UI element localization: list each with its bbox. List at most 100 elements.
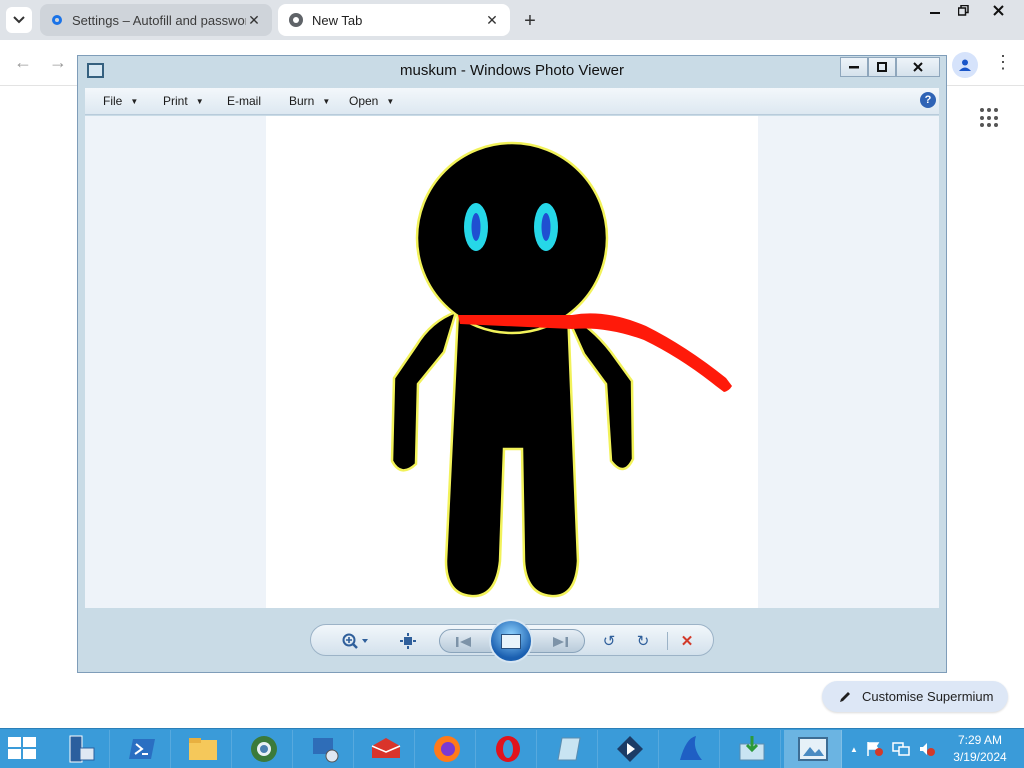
delete-button[interactable]: ✕ [675,630,699,652]
folder-icon [188,738,217,760]
help-icon[interactable]: ? [920,92,936,108]
powershell-icon [128,739,155,759]
browser-restore-button[interactable] [950,0,976,20]
tab-settings[interactable]: Settings – Autofill and passwords ✕ [40,4,272,36]
menu-file[interactable]: File ▼ [103,94,138,108]
maximize-button[interactable] [868,57,896,77]
network-icon[interactable] [892,741,910,757]
next-icon [553,637,568,647]
taskbar-server-manager[interactable] [52,730,110,768]
customise-supermium-button[interactable]: Customise Supermium [822,681,1008,712]
minimize-icon [930,12,940,14]
minimize-icon [849,66,859,69]
media-play-icon [616,736,643,762]
displayed-image [266,116,758,608]
slideshow-button[interactable] [489,619,533,663]
browser-close-button[interactable] [978,0,1018,20]
photo-viewer-icon [797,737,828,761]
tab-new-tab[interactable]: New Tab ✕ [278,4,510,36]
taskbar-opera[interactable] [479,730,537,768]
stick-figure-drawing [390,141,732,598]
taskbar-toolbox[interactable] [357,730,415,768]
taskbar-notepad[interactable] [540,730,598,768]
tab-close-icon[interactable]: ✕ [484,12,500,28]
taskbar-powershell[interactable] [113,730,171,768]
menu-email[interactable]: E-mail [227,94,261,108]
action-center-flag-icon[interactable] [866,741,884,757]
chevron-down-icon [13,16,25,24]
previous-button[interactable] [450,631,478,653]
taskbar-downloads[interactable] [723,730,781,768]
menu-open[interactable]: Open ▼ [349,94,394,108]
rotate-counterclockwise-button[interactable]: ↺ [597,630,621,652]
gear-icon [52,15,62,25]
tab-close-icon[interactable]: ✕ [246,12,262,28]
taskbar-photo-viewer[interactable] [784,730,842,768]
person-icon [959,59,971,71]
new-tab-button[interactable]: + [516,7,544,35]
show-hidden-icons-arrow[interactable]: ▲ [850,745,858,754]
taskbar-firefox[interactable] [418,730,476,768]
rotate-clockwise-button[interactable]: ↻ [631,630,655,652]
photo-viewer-menubar: File ▼ Print ▼ E-mail Burn ▼ Open ▼ ? [85,88,939,115]
dropdown-caret-icon: ▼ [322,96,331,106]
tab-search-button[interactable] [6,7,32,33]
volume-muted-icon[interactable] [918,741,936,757]
window-title: muskum - Windows Photo Viewer [400,62,624,79]
browser-minimize-button[interactable] [922,0,948,20]
clock-date: 3/19/2024 [953,750,1007,764]
minimize-button[interactable] [840,57,868,77]
download-icon [739,736,764,761]
taskbar: ▲ 7:29 AM 3/19/2024 [0,728,1024,768]
viewer-control-bar: ↺ ↻ ✕ [310,619,714,663]
system-tray: ▲ [850,729,936,768]
taskbar-file-explorer[interactable] [174,730,232,768]
taskbar-media-app[interactable] [601,730,659,768]
window-buttons [840,57,940,77]
forward-arrow-icon[interactable]: → [49,52,67,73]
zoom-magnifier-icon [342,633,368,649]
previous-icon [456,637,471,647]
photo-viewer-titlebar[interactable]: muskum - Windows Photo Viewer [78,56,946,86]
remote-desktop-icon [312,738,338,763]
back-arrow-icon[interactable]: ← [14,52,32,73]
browser-tab-strip: Settings – Autofill and passwords ✕ New … [0,0,1024,40]
server-manager-icon [69,735,94,763]
zoom-button[interactable] [339,630,373,652]
apps-grid-icon[interactable] [980,108,1000,128]
rotate-left-icon: ↺ [602,633,616,650]
menu-label: E-mail [227,94,262,108]
maximize-icon [877,62,887,72]
menu-label: Print [163,94,188,108]
menu-print[interactable]: Print ▼ [163,94,204,108]
menu-burn[interactable]: Burn ▼ [289,94,330,108]
photo-viewer-window: muskum - Windows Photo Viewer File ▼ Pri… [77,55,947,673]
menu-label: Burn [289,94,315,108]
next-button[interactable] [546,631,574,653]
menu-label: File [103,94,123,108]
clock-time: 7:29 AM [957,733,1003,747]
dropdown-caret-icon: ▼ [195,96,204,106]
taskbar-remote-desktop[interactable] [296,730,354,768]
dropdown-caret-icon: ▼ [386,96,395,106]
close-icon [913,62,923,72]
chromium-logo-icon [289,13,303,27]
control-separator [667,632,668,650]
opera-icon [495,736,520,762]
tab-title: New Tab [312,12,363,28]
profile-avatar[interactable] [952,52,978,78]
taskbar-shark-app[interactable] [662,730,720,768]
customise-label: Customise Supermium [862,689,994,704]
delete-icon: ✕ [680,633,694,650]
close-button[interactable] [896,57,940,77]
firefox-icon [433,736,460,762]
notepad-icon [556,737,581,761]
start-button[interactable] [8,737,38,761]
actual-size-button[interactable] [397,630,419,652]
pencil-icon [840,691,850,702]
clock[interactable]: 7:29 AM 3/19/2024 [950,732,1010,766]
taskbar-browser[interactable] [235,730,293,768]
menu-label: Open [349,94,379,108]
tab-title: Settings – Autofill and passwords [72,12,246,28]
more-options-icon[interactable]: ⋮ [994,52,1012,73]
